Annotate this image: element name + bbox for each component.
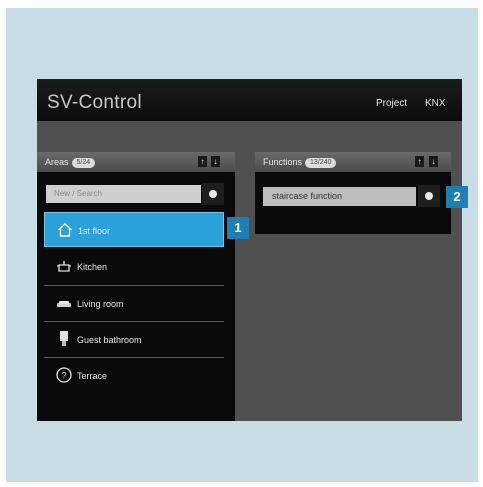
sofa-icon (57, 301, 71, 307)
shower-icon (60, 331, 68, 346)
areas-title-label: Areas (45, 157, 69, 167)
areas-sort-down-button[interactable]: ↓ (211, 156, 220, 167)
area-item-label: 1st floor (78, 226, 111, 236)
functions-title-label: Functions (263, 157, 303, 167)
add-icon (425, 192, 433, 200)
area-item-label: Guest bathroom (77, 335, 142, 345)
area-item-1st-floor[interactable]: 1st floor (44, 212, 224, 247)
functions-add-button[interactable] (418, 185, 440, 207)
function-item-field[interactable]: staircase function (263, 187, 416, 206)
app-window: SV-Control Project KNX Areas 5/24 ↑ ↓ New… (37, 79, 462, 421)
menu-project[interactable]: Project (376, 98, 407, 109)
area-item-label: Terrace (77, 371, 108, 381)
question-icon: ? (56, 367, 72, 383)
areas-title: Areas 5/24 (45, 157, 96, 168)
areas-count-badge: 5/24 (71, 157, 96, 168)
area-item-terrace[interactable]: ? Terrace (44, 358, 224, 393)
areas-panel: Areas 5/24 ↑ ↓ New / Search 1st floor Kit… (37, 152, 235, 421)
pot-icon (57, 261, 71, 272)
app-title: SV-Control (47, 92, 142, 113)
areas-header: Areas 5/24 ↑ ↓ (37, 152, 235, 172)
house-icon (58, 223, 72, 237)
areas-add-button[interactable] (202, 183, 224, 205)
functions-count-badge: 13/240 (305, 157, 337, 168)
area-item-living-room[interactable]: Living room (44, 286, 224, 321)
area-item-kitchen[interactable]: Kitchen (44, 249, 224, 284)
area-item-label: Kitchen (77, 262, 108, 272)
area-item-guest-bathroom[interactable]: Guest bathroom (44, 322, 224, 357)
callout-2: 2 (446, 186, 468, 208)
svg-text:?: ? (61, 371, 66, 381)
functions-header: Functions 13/240 ↑ ↓ (255, 152, 451, 172)
functions-panel: Functions 13/240 ↑ ↓ staircase function (255, 152, 451, 234)
callout-1: 1 (227, 217, 249, 239)
title-bar: SV-Control Project KNX (37, 79, 462, 121)
functions-sort-down-button[interactable]: ↓ (429, 156, 438, 167)
areas-sort-up-button[interactable]: ↑ (198, 156, 207, 167)
functions-title: Functions 13/240 (263, 157, 337, 168)
add-icon (209, 190, 217, 198)
menu-knx[interactable]: KNX (425, 98, 446, 109)
area-item-label: Living room (77, 299, 124, 309)
functions-sort-up-button[interactable]: ↑ (415, 156, 424, 167)
areas-search-input[interactable]: New / Search (46, 185, 201, 203)
